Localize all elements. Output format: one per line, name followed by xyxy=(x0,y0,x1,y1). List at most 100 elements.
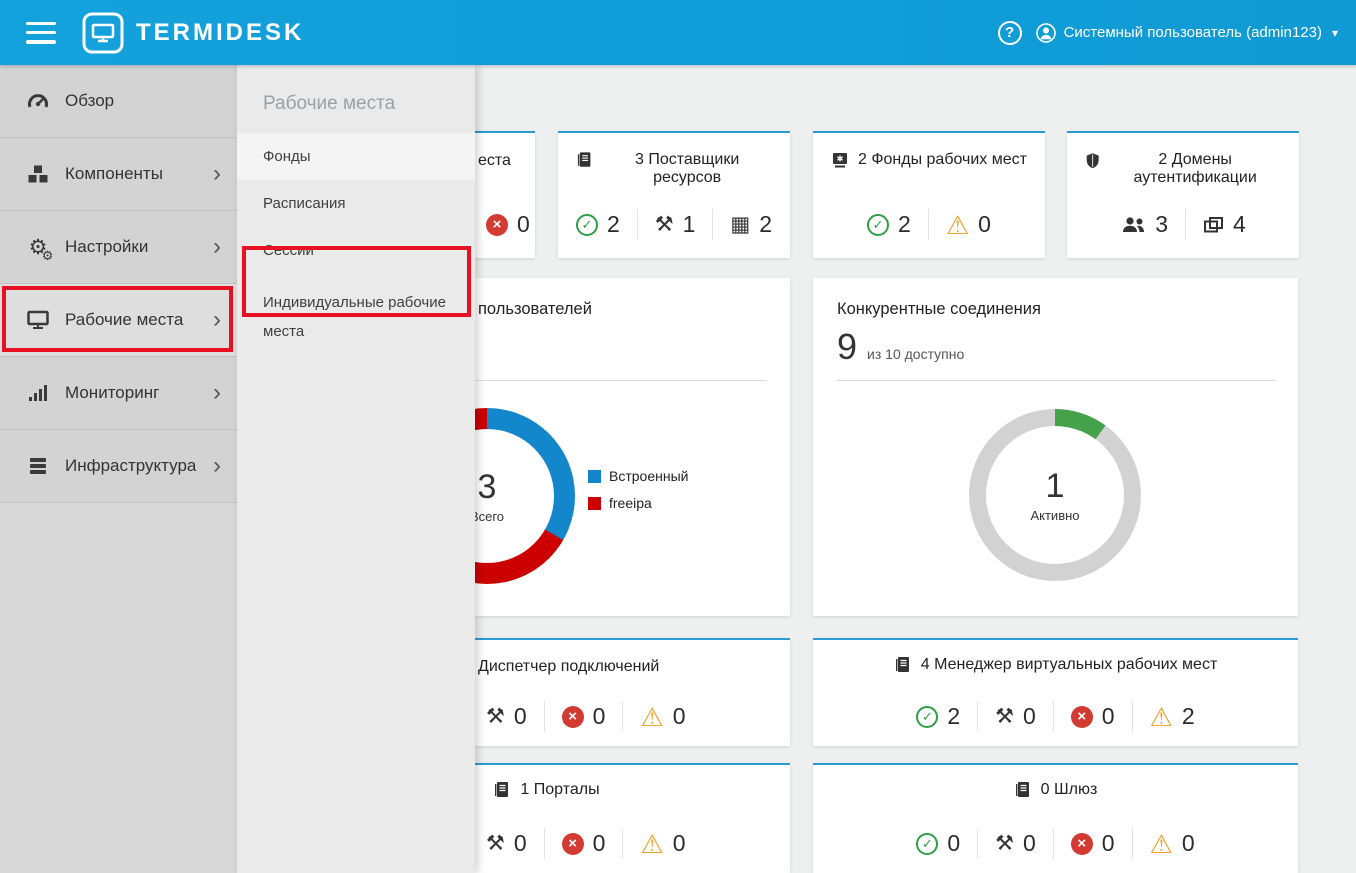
sidebar-item-label: Инфраструктура xyxy=(65,456,213,476)
hamburger-menu-button[interactable] xyxy=(26,22,56,44)
card-title-row: 0 Шлюз xyxy=(813,765,1298,799)
stat-error: × 0 xyxy=(544,828,623,859)
stat-warn: ⚠ 0 xyxy=(622,701,702,732)
submenu-item-individual-workplaces[interactable]: Индивидуальные рабочие места xyxy=(237,274,475,355)
chevron-right-icon: › xyxy=(213,381,221,405)
stat-value: 0 xyxy=(673,830,686,857)
donut-center-label: Активно xyxy=(1030,508,1079,523)
submenu-title: Рабочие места xyxy=(237,65,475,133)
error-icon: × xyxy=(562,706,584,728)
sidebar-item-label: Настройки xyxy=(65,237,213,257)
logo: TERMIDESK xyxy=(82,12,304,54)
card-gateway: 0 Шлюз ✓ 0 ⚒ 0 × 0 ⚠ 0 xyxy=(813,763,1298,873)
document-icon xyxy=(1014,781,1032,799)
document-icon xyxy=(493,781,511,799)
stat-value: 0 xyxy=(593,830,606,857)
chevron-right-icon: › xyxy=(213,235,221,259)
card-title: Конкурентные соединения xyxy=(837,300,1041,319)
stat-tools: ⚒ 0 xyxy=(977,701,1053,732)
stat-value: 0 xyxy=(517,211,530,238)
logo-icon xyxy=(82,12,124,54)
stat-error: × 0 xyxy=(1053,701,1132,732)
card-title: пользователей xyxy=(478,300,592,319)
sidebar-item-label: Рабочие места xyxy=(65,310,213,330)
grid-icon: ▦ xyxy=(730,214,750,235)
frames-icon xyxy=(1203,216,1224,234)
submenu-item-sessions[interactable]: Сессии xyxy=(237,227,475,274)
sidebar-item-components[interactable]: Компоненты › xyxy=(0,138,237,211)
users-icon xyxy=(1120,215,1146,234)
card-workplace-pools: 2 Фонды рабочих мест ✓ 2 ⚠ 0 xyxy=(813,131,1045,258)
app-root: еста × 0 3 Поставщики ресурсов ✓ 2 ⚒ xyxy=(0,0,1356,873)
user-menu[interactable]: Системный пользователь (admin123) ▾ xyxy=(1036,23,1338,43)
card-resource-providers: 3 Поставщики ресурсов ✓ 2 ⚒ 1 ▦ 2 xyxy=(558,131,790,258)
available-counter: 9 из 10 доступно xyxy=(837,326,964,368)
card-title: 4 Менеджер виртуальных рабочих мест xyxy=(921,656,1218,674)
stat-value: 0 xyxy=(593,703,606,730)
stats-row: ✓ 2 ⚠ 0 xyxy=(813,209,1045,240)
error-icon: × xyxy=(1071,833,1093,855)
sidebar-item-monitoring[interactable]: Мониторинг › xyxy=(0,357,237,430)
chevron-right-icon: › xyxy=(213,454,221,478)
pools-icon xyxy=(831,151,849,169)
stat-users: 3 xyxy=(1103,209,1185,240)
legend-item: freeipa xyxy=(588,495,688,511)
tools-icon: ⚒ xyxy=(486,833,505,854)
ok-icon: ✓ xyxy=(916,706,938,728)
chevron-down-icon: ▾ xyxy=(1332,26,1338,40)
monitoring-icon xyxy=(26,383,50,403)
stat-value: 0 xyxy=(514,703,527,730)
stat-tools: ⚒ 1 xyxy=(637,209,713,240)
shield-icon xyxy=(1085,151,1100,170)
card-title: 3 Поставщики ресурсов xyxy=(602,151,772,187)
stats-row: ✓ 2 ⚒ 0 × 0 ⚠ 2 xyxy=(813,701,1298,732)
card-title-row: 2 Домены аутентификации xyxy=(1067,133,1299,187)
stat-ok: ✓ 2 xyxy=(899,701,977,732)
warning-icon: ⚠ xyxy=(946,212,969,238)
stat-value: 2 xyxy=(607,211,620,238)
card-title: 2 Домены аутентификации xyxy=(1109,151,1281,187)
legend-label: freeipa xyxy=(609,495,652,511)
stat-warn: ⚠ 2 xyxy=(1132,701,1212,732)
stat-value: 4 xyxy=(1233,211,1246,238)
sidebar-item-settings[interactable]: ⚙⚙ Настройки › xyxy=(0,211,237,284)
donut-center-label: Всего xyxy=(470,509,504,524)
stat-value: 0 xyxy=(1102,703,1115,730)
stat-value: 3 xyxy=(1155,211,1168,238)
stat-value: 0 xyxy=(978,211,991,238)
stats-row: ✓ 2 ⚒ 1 ▦ 2 xyxy=(558,209,790,240)
stat-value: 0 xyxy=(947,830,960,857)
stat-tools: ⚒ 0 xyxy=(977,828,1053,859)
card-title: 1 Порталы xyxy=(520,781,599,799)
stats-row: 3 4 xyxy=(1067,209,1299,240)
stat-ok: ✓ 2 xyxy=(559,209,637,240)
sidebar-item-workplaces[interactable]: Рабочие места › xyxy=(0,284,237,357)
ok-icon: ✓ xyxy=(576,214,598,236)
stat-value: 0 xyxy=(1023,703,1036,730)
sidebar-item-overview[interactable]: Обзор xyxy=(0,65,237,138)
ok-icon: ✓ xyxy=(916,833,938,855)
connections-donut-chart: 1 Активно xyxy=(969,409,1141,581)
card-title: Диспетчер подключений xyxy=(478,658,659,676)
sidebar-item-infrastructure[interactable]: Инфраструктура › xyxy=(0,430,237,503)
submenu-item-schedules[interactable]: Расписания xyxy=(237,180,475,227)
card-title-row: 3 Поставщики ресурсов xyxy=(558,133,790,187)
stats-row: ⚒ 0 × 0 ⚠ 0 xyxy=(478,701,703,732)
available-value: 9 xyxy=(837,326,857,368)
warning-icon: ⚠ xyxy=(1150,831,1173,857)
warning-icon: ⚠ xyxy=(640,831,663,857)
ok-icon: ✓ xyxy=(867,214,889,236)
settings-icon: ⚙⚙ xyxy=(26,237,50,258)
topbar: TERMIDESK ? Системный пользователь (admi… xyxy=(0,0,1356,65)
stats-row: ⚒ 0 × 0 ⚠ 0 xyxy=(478,828,703,859)
card-auth-domains: 2 Домены аутентификации 3 4 xyxy=(1067,131,1299,258)
user-name: Системный пользователь (admin123) xyxy=(1064,24,1322,41)
error-icon: × xyxy=(562,833,584,855)
stat-value: 2 xyxy=(759,211,772,238)
help-button[interactable]: ? xyxy=(998,21,1022,45)
stat-warn: ⚠ 0 xyxy=(1132,828,1212,859)
sidebar-item-label: Мониторинг xyxy=(65,383,213,403)
document-icon xyxy=(894,656,912,674)
submenu-item-funds[interactable]: Фонды xyxy=(237,133,475,180)
tools-icon: ⚒ xyxy=(995,833,1014,854)
